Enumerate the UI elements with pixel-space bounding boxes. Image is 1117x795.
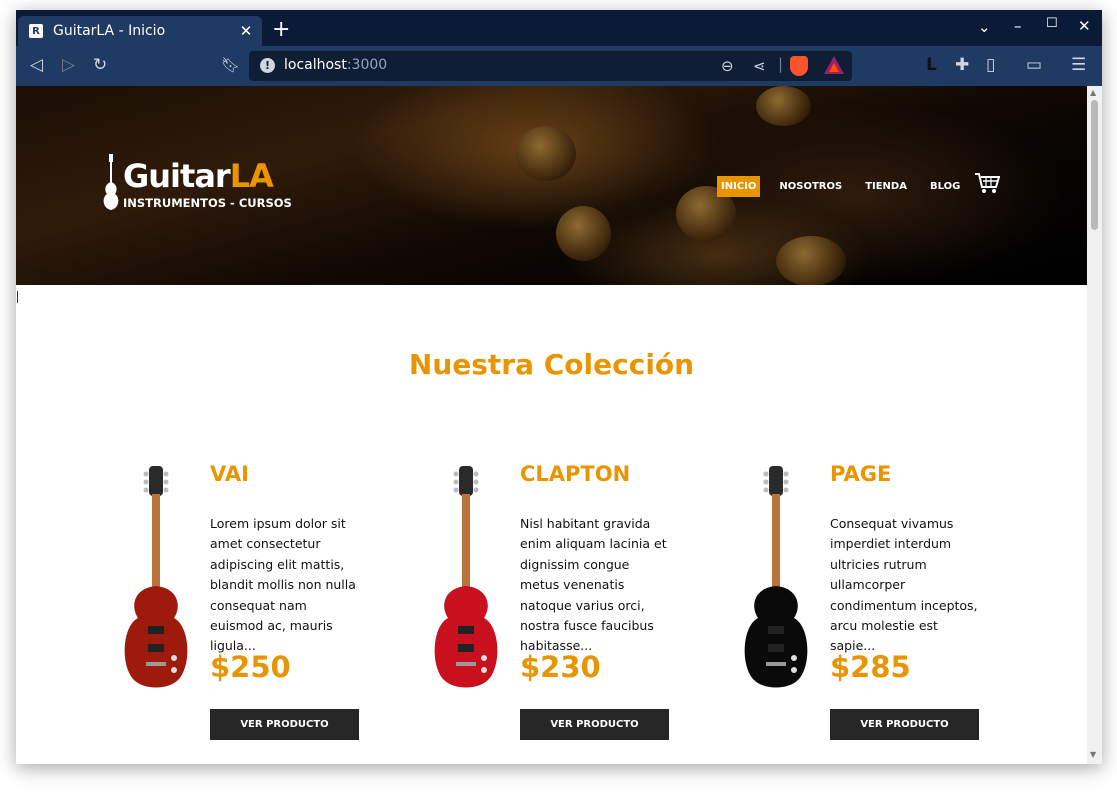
product-price: $230 — [520, 650, 601, 684]
tab-close-icon[interactable]: ✕ — [236, 22, 256, 40]
product-price: $285 — [830, 650, 911, 684]
logo-wordmark: GuitarLA — [123, 157, 274, 195]
nav-link-blog[interactable]: BLOG — [926, 176, 964, 197]
product-card: PAGE Consequat vivamus imperdiet interdum… — [736, 458, 1036, 758]
extension-l-icon[interactable]: L — [926, 55, 937, 75]
reload-icon[interactable]: ↻ — [93, 55, 107, 75]
site-logo[interactable]: GuitarLA INSTRUMENTOS - CURSOS — [101, 154, 301, 214]
product-description: Nisl habitant gravida enim aliquam lacin… — [520, 516, 667, 654]
text-cursor — [17, 291, 18, 303]
window-close-icon[interactable]: ✕ — [1078, 17, 1091, 35]
zoom-icon[interactable]: ⊖ — [721, 57, 734, 75]
tab-title: GuitarLA - Inicio — [53, 23, 166, 39]
address-bar[interactable]: ! localhost:3000 ⊖ ⋖ | — [249, 51, 852, 81]
page-scrollbar[interactable]: ▲ ▼ — [1087, 86, 1102, 764]
view-product-button[interactable]: VER PRODUCTO — [830, 709, 979, 740]
back-icon[interactable]: ◁ — [30, 55, 43, 75]
view-product-button[interactable]: VER PRODUCTO — [210, 709, 359, 740]
site-info-icon[interactable]: ! — [260, 58, 275, 73]
main-navigation: INICIO NOSOTROS TIENDA BLOG — [717, 175, 979, 197]
divider: | — [778, 55, 784, 73]
sidebar-icon[interactable]: ▯ — [986, 55, 995, 75]
favicon-icon: R — [29, 24, 43, 38]
guitar-image — [124, 466, 188, 688]
guitar-image — [744, 466, 808, 688]
product-name: VAI — [210, 462, 249, 486]
scrollbar-thumb[interactable] — [1091, 100, 1098, 230]
share-icon[interactable]: ⋖ — [753, 57, 766, 75]
tab-list-chevron-icon[interactable]: ⌄ — [978, 18, 991, 36]
guitar-logo-icon — [103, 154, 119, 210]
collection-title: Nuestra Colección — [408, 348, 695, 381]
cart-icon[interactable] — [974, 172, 1000, 194]
product-name: CLAPTON — [520, 462, 631, 486]
brave-shields-icon[interactable] — [790, 56, 808, 76]
new-tab-icon[interactable]: + — [272, 19, 290, 41]
maximize-icon[interactable]: ☐ — [1046, 16, 1058, 31]
scroll-down-icon[interactable]: ▼ — [1090, 750, 1096, 759]
product-card: VAI Lorem ipsum dolor sit amet consectetu… — [116, 458, 416, 758]
forward-icon[interactable]: ▷ — [62, 55, 75, 75]
product-card: CLAPTON Nisl habitant gravida enim aliqua… — [426, 458, 726, 758]
scroll-up-icon[interactable]: ▲ — [1090, 88, 1096, 97]
view-product-button[interactable]: VER PRODUCTO — [520, 709, 669, 740]
wallet-icon[interactable]: ▭ — [1026, 55, 1042, 75]
page-viewport: GuitarLA INSTRUMENTOS - CURSOS INICIO NOS… — [16, 86, 1087, 764]
guitar-image — [434, 466, 498, 688]
nav-link-nosotros[interactable]: NOSOTROS — [775, 176, 846, 197]
bookmark-icon[interactable]: 🔖︎ — [221, 55, 240, 75]
browser-window: R GuitarLA - Inicio ✕ + ⌄ – ☐ ✕ ◁ ▷ ↻ 🔖︎… — [16, 10, 1102, 764]
browser-toolbar: ◁ ▷ ↻ 🔖︎ ! localhost:3000 ⊖ ⋖ | L ✚ ▯ ▭ … — [16, 46, 1102, 86]
menu-icon[interactable]: ☰ — [1071, 55, 1086, 75]
product-description: Lorem ipsum dolor sit amet consectetur a… — [210, 516, 356, 654]
logo-subtitle: INSTRUMENTOS - CURSOS — [123, 196, 292, 210]
url-text[interactable]: localhost:3000 — [284, 57, 387, 73]
nav-link-tienda[interactable]: TIENDA — [861, 176, 911, 197]
brave-rewards-icon[interactable] — [824, 56, 844, 74]
nav-link-inicio[interactable]: INICIO — [717, 175, 761, 197]
hero-header: GuitarLA INSTRUMENTOS - CURSOS INICIO NOS… — [16, 86, 1087, 285]
product-name: PAGE — [830, 462, 892, 486]
extensions-puzzle-icon[interactable]: ✚ — [955, 55, 969, 75]
product-price: $250 — [210, 650, 291, 684]
product-description: Consequat vivamus imperdiet interdum ult… — [830, 516, 978, 654]
minimize-icon[interactable]: – — [1014, 17, 1022, 35]
browser-tab[interactable]: R GuitarLA - Inicio ✕ — [18, 16, 262, 46]
tab-strip: R GuitarLA - Inicio ✕ + ⌄ – ☐ ✕ — [16, 10, 1102, 46]
